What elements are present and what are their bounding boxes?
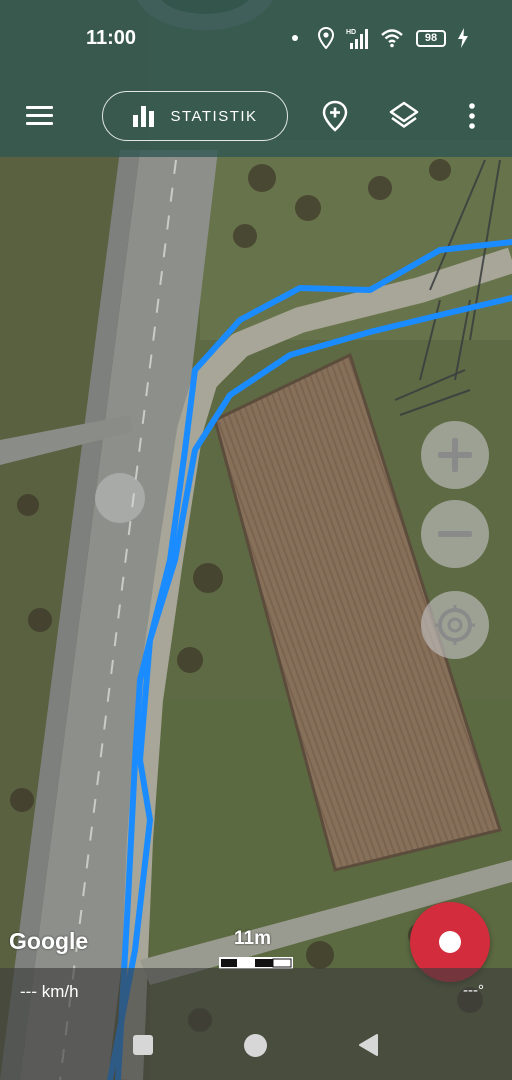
status-time: 11:00 bbox=[86, 27, 137, 49]
bar-chart-icon bbox=[133, 106, 155, 127]
bottom-info-panel: --- km/h ---° bbox=[0, 968, 512, 1080]
bearing-readout: ---° bbox=[463, 982, 484, 999]
zoom-out-button[interactable] bbox=[421, 500, 489, 568]
google-attribution: Google bbox=[9, 928, 89, 954]
hd-label: HD bbox=[346, 29, 356, 36]
nav-recents-button[interactable] bbox=[133, 1035, 153, 1055]
nav-back-button[interactable] bbox=[357, 1033, 381, 1057]
add-marker-button[interactable] bbox=[320, 100, 350, 132]
menu-button[interactable] bbox=[24, 102, 56, 130]
hamburger-menu-icon bbox=[26, 106, 53, 125]
charging-icon bbox=[458, 28, 468, 48]
battery-level: 98 bbox=[424, 32, 438, 44]
battery-icon: 98 bbox=[416, 29, 446, 47]
crosshair-icon bbox=[435, 605, 475, 645]
minus-icon bbox=[438, 531, 472, 537]
top-app-bar: 11:00 HD 98 STATISTIK bbox=[0, 0, 512, 157]
more-options-button[interactable] bbox=[462, 102, 482, 130]
signal-icon: HD bbox=[346, 29, 368, 49]
notification-dot-icon bbox=[292, 35, 298, 41]
nav-home-button[interactable] bbox=[244, 1034, 267, 1057]
zoom-in-button[interactable] bbox=[421, 421, 489, 489]
plus-icon bbox=[438, 438, 472, 472]
wifi-icon bbox=[381, 29, 403, 48]
status-icons: HD 98 bbox=[292, 26, 468, 50]
my-location-button[interactable] bbox=[421, 591, 489, 659]
map-scale-label: 11m bbox=[234, 928, 271, 949]
location-icon bbox=[318, 27, 334, 49]
statistics-label: STATISTIK bbox=[170, 107, 258, 125]
layers-icon bbox=[389, 101, 419, 128]
statistics-button[interactable]: STATISTIK bbox=[102, 91, 288, 141]
more-vertical-icon bbox=[469, 103, 475, 129]
record-dot-icon bbox=[439, 931, 461, 953]
triangle-back-icon bbox=[359, 1034, 378, 1056]
layers-button[interactable] bbox=[388, 100, 420, 132]
add-location-icon bbox=[322, 100, 348, 132]
speed-readout: --- km/h bbox=[20, 982, 79, 1001]
